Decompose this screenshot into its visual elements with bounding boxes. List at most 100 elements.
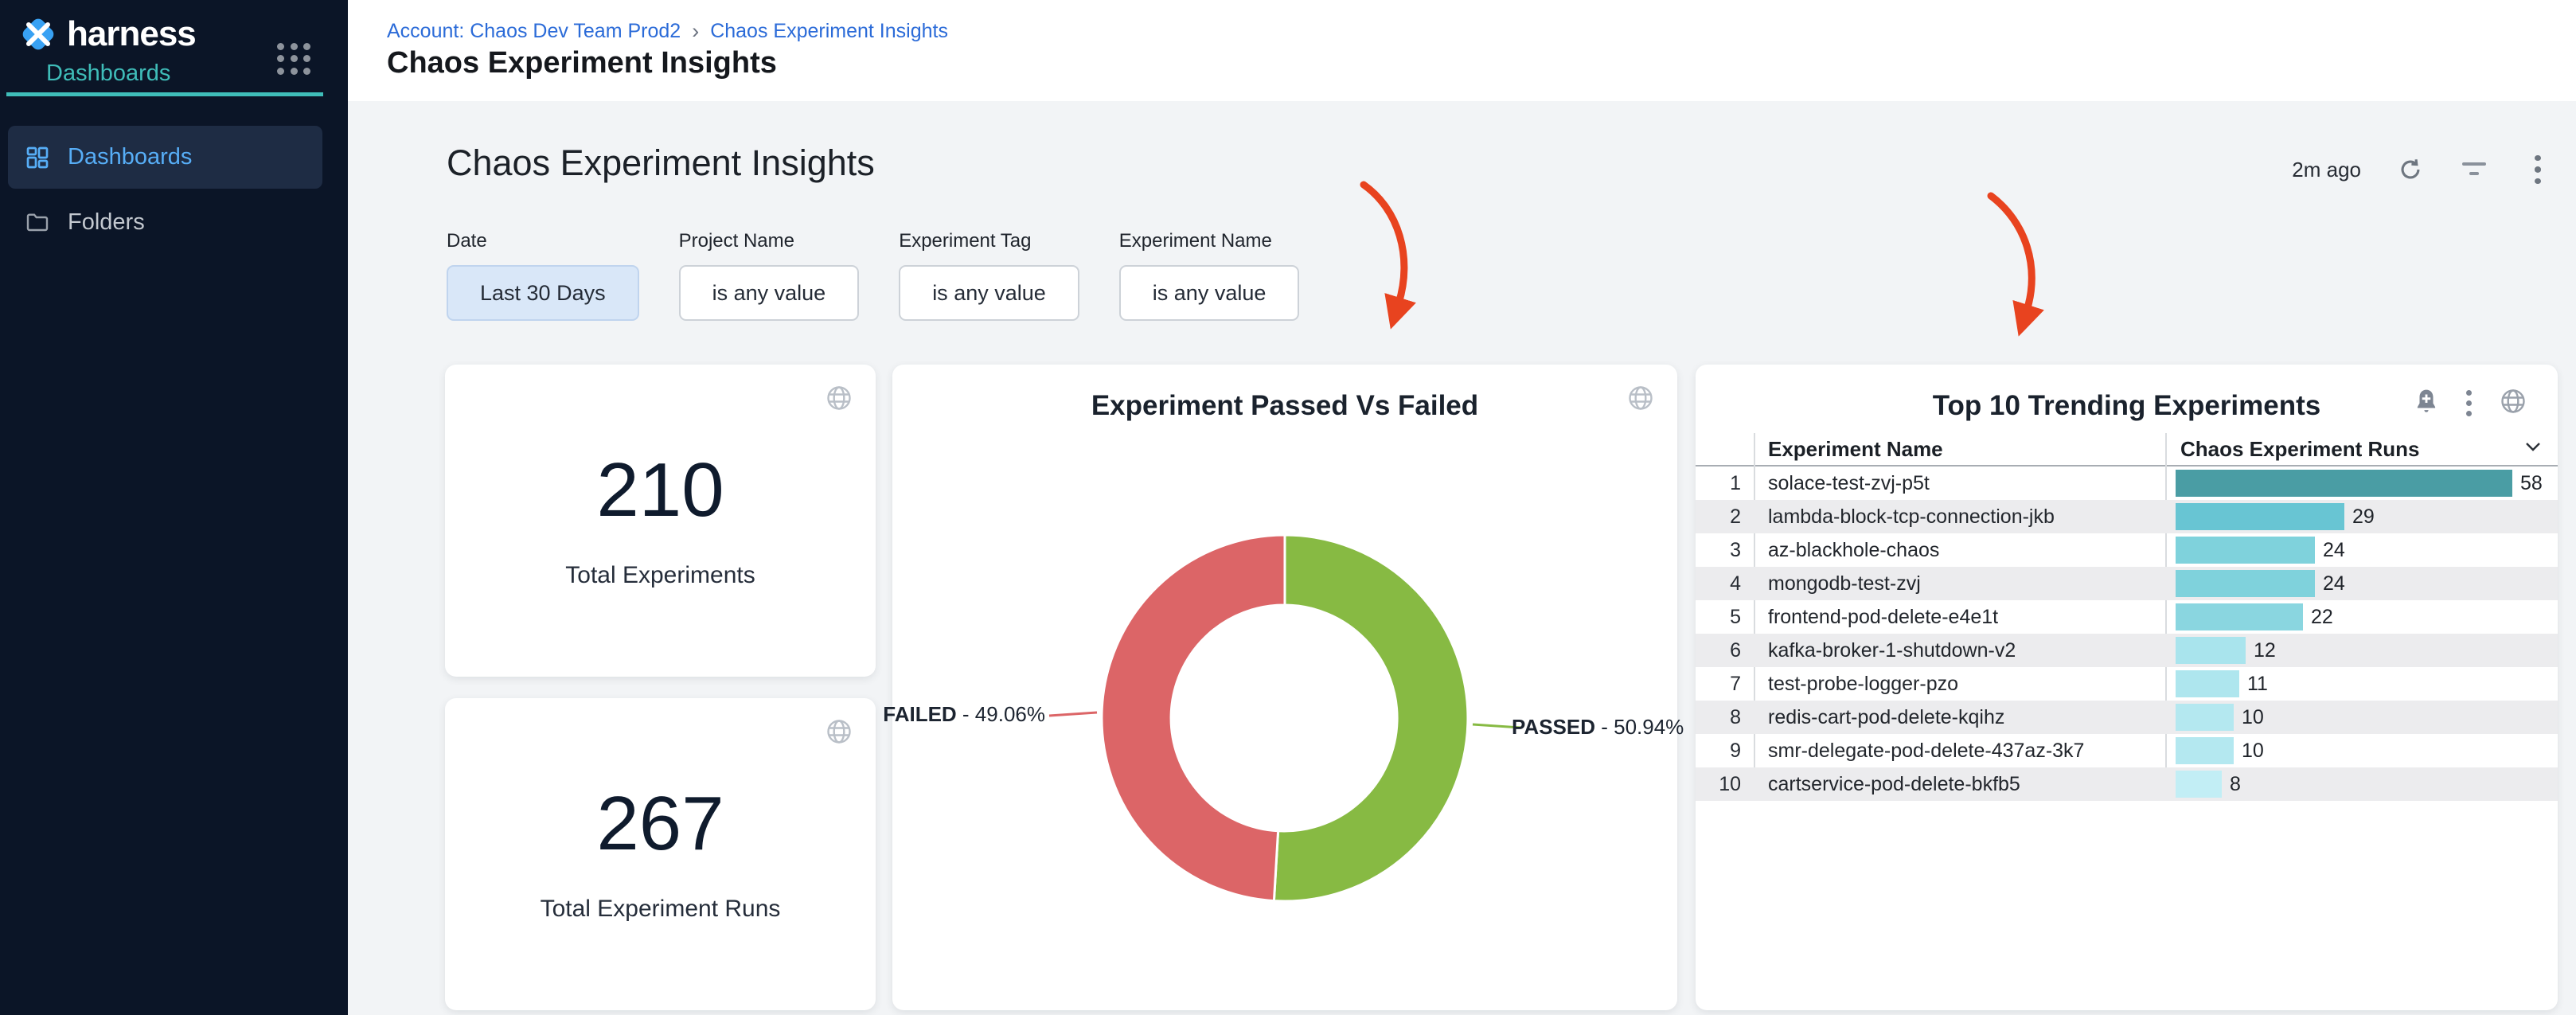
filter-label: Date bbox=[447, 230, 639, 252]
breadcrumb-link[interactable]: Account: Chaos Dev Team Prod2 bbox=[387, 20, 681, 43]
filter-label: Experiment Tag bbox=[899, 230, 1079, 252]
sidebar-item-folders[interactable]: Folders bbox=[8, 197, 322, 247]
experiment-name-cell: cartservice-pod-delete-bkfb5 bbox=[1754, 773, 2165, 796]
runs-cell: 12 bbox=[2165, 637, 2558, 664]
folder-icon bbox=[25, 209, 50, 235]
filter-value-button[interactable]: is any value bbox=[899, 265, 1079, 321]
experiment-name-cell: solace-test-zvj-p5t bbox=[1754, 472, 2165, 495]
filter-value-button[interactable]: Last 30 Days bbox=[447, 265, 639, 321]
table-row[interactable]: 4mongodb-test-zvj 24 bbox=[1696, 567, 2558, 600]
stat-value: 267 bbox=[596, 786, 724, 862]
experiment-name-cell: mongodb-test-zvj bbox=[1754, 572, 2165, 595]
trending-table-body: 1solace-test-zvj-p5t582lambda-block-tcp-… bbox=[1696, 467, 2558, 801]
table-row[interactable]: 8redis-cart-pod-delete-kqihz10 bbox=[1696, 701, 2558, 734]
table-row[interactable]: 9smr-delegate-pod-delete-437az-3k710 bbox=[1696, 734, 2558, 767]
table-row[interactable]: 7test-probe-logger-pzo 11 bbox=[1696, 667, 2558, 701]
table-row[interactable]: 6kafka-broker-1-shutdown-v212 bbox=[1696, 634, 2558, 667]
dashboard-controls: 2m ago bbox=[2292, 155, 2552, 184]
experiment-name-cell: smr-delegate-pod-delete-437az-3k7 bbox=[1754, 740, 2165, 763]
top-header-band: Account: Chaos Dev Team Prod2›Chaos Expe… bbox=[348, 0, 2576, 101]
rank-cell: 6 bbox=[1696, 639, 1754, 662]
stat-label: Total Experiments bbox=[565, 562, 755, 589]
stat-label: Total Experiment Runs bbox=[541, 896, 781, 923]
alert-bell-plus-icon[interactable] bbox=[2414, 388, 2439, 419]
globe-icon[interactable] bbox=[825, 384, 853, 416]
experiment-name-cell: test-probe-logger-pzo bbox=[1754, 673, 2165, 696]
kebab-menu-icon[interactable] bbox=[2466, 390, 2472, 416]
runs-cell: 10 bbox=[2165, 737, 2558, 764]
tile-actions bbox=[2414, 387, 2527, 420]
filter-value-button[interactable]: is any value bbox=[1119, 265, 1300, 321]
table-row[interactable]: 5frontend-pod-delete-e4e1t 22 bbox=[1696, 600, 2558, 634]
experiment-name-cell: lambda-block-tcp-connection-jkb bbox=[1754, 506, 2165, 529]
runs-value: 11 bbox=[2247, 673, 2268, 696]
pie-slice-failed[interactable] bbox=[1102, 535, 1285, 901]
rank-cell: 4 bbox=[1696, 572, 1754, 595]
column-header-chaos-experiment-runs: Chaos Experiment Runs bbox=[2180, 437, 2420, 462]
rank-cell: 5 bbox=[1696, 606, 1754, 629]
dashboard-main-area: Chaos Experiment Insights 2m ago DateLas… bbox=[348, 101, 2576, 1015]
globe-icon[interactable] bbox=[1626, 384, 1655, 416]
chaos-dashboard-page: { "app": { "name": "harness", "module": … bbox=[0, 0, 2576, 1015]
runs-bar bbox=[2176, 470, 2512, 497]
runs-value: 24 bbox=[2323, 572, 2345, 595]
runs-bar bbox=[2176, 737, 2234, 764]
rank-cell: 1 bbox=[1696, 472, 1754, 495]
runs-cell: 58 bbox=[2165, 470, 2558, 497]
chart-title: Experiment Passed Vs Failed bbox=[892, 390, 1677, 422]
module-switcher-grid-icon[interactable] bbox=[277, 43, 312, 75]
page-title: Chaos Experiment Insights bbox=[387, 46, 777, 80]
breadcrumb-link[interactable]: Chaos Experiment Insights bbox=[710, 20, 948, 43]
runs-value: 24 bbox=[2323, 539, 2345, 562]
table-row[interactable]: 2lambda-block-tcp-connection-jkb29 bbox=[1696, 500, 2558, 533]
filter-label: Project Name bbox=[679, 230, 860, 252]
module-name: Dashboards bbox=[46, 61, 170, 87]
harness-logo-icon bbox=[19, 15, 57, 53]
top-trending-experiments-card: Top 10 Trending Experiments bbox=[1696, 365, 2558, 1010]
experiment-name-cell: redis-cart-pod-delete-kqihz bbox=[1754, 706, 2165, 729]
runs-value: 10 bbox=[2242, 706, 2264, 729]
filters-row: Date Last 30 Days Project Name is any value… bbox=[447, 230, 1299, 321]
runs-bar bbox=[2176, 570, 2315, 597]
pie-label-passed: PASSED - 50.94% bbox=[1512, 715, 1684, 740]
dashboards-icon bbox=[25, 145, 50, 170]
table-row[interactable]: 10cartservice-pod-delete-bkfb58 bbox=[1696, 767, 2558, 801]
filter-label: Experiment Name bbox=[1119, 230, 1300, 252]
breadcrumb: Account: Chaos Dev Team Prod2›Chaos Expe… bbox=[387, 19, 948, 44]
runs-bar bbox=[2176, 603, 2303, 630]
filter-group-experiment-tag: Experiment Tag is any value bbox=[899, 230, 1079, 321]
runs-value: 58 bbox=[2520, 472, 2543, 495]
runs-value: 8 bbox=[2230, 773, 2241, 796]
breadcrumb-separator: › bbox=[681, 19, 710, 44]
table-row[interactable]: 3az-blackhole-chaos24 bbox=[1696, 533, 2558, 567]
table-row[interactable]: 1solace-test-zvj-p5t 58 bbox=[1696, 467, 2558, 500]
filter-group-project-name: Project Name is any value bbox=[679, 230, 860, 321]
total-experiment-runs-card: 267 Total Experiment Runs bbox=[445, 698, 876, 1010]
runs-value: 29 bbox=[2352, 506, 2375, 529]
runs-bar bbox=[2176, 704, 2234, 731]
runs-value: 22 bbox=[2311, 606, 2333, 629]
stat-value: 210 bbox=[596, 452, 724, 529]
total-experiments-card: 210 Total Experiments bbox=[445, 365, 876, 677]
harness-logo: harness bbox=[19, 14, 196, 54]
refresh-icon[interactable] bbox=[2396, 155, 2425, 184]
pie-slice-passed[interactable] bbox=[1274, 535, 1468, 901]
donut-svg bbox=[892, 365, 1677, 1010]
kebab-menu-icon[interactable] bbox=[2523, 155, 2552, 184]
rank-cell: 7 bbox=[1696, 673, 1754, 696]
filter-value-button[interactable]: is any value bbox=[679, 265, 860, 321]
runs-bar bbox=[2176, 771, 2222, 798]
sidebar-item-label: Dashboards bbox=[68, 144, 192, 170]
runs-bar bbox=[2176, 537, 2315, 564]
globe-icon[interactable] bbox=[2499, 387, 2527, 420]
runs-cell: 8 bbox=[2165, 771, 2558, 798]
globe-icon[interactable] bbox=[825, 717, 853, 750]
chevron-down-icon[interactable] bbox=[2524, 441, 2542, 456]
sidebar-item-dashboards[interactable]: Dashboards bbox=[8, 126, 322, 189]
runs-bar bbox=[2176, 637, 2246, 664]
filter-icon[interactable] bbox=[2460, 155, 2488, 184]
runs-bar bbox=[2176, 670, 2239, 697]
experiment-name-cell: frontend-pod-delete-e4e1t bbox=[1754, 606, 2165, 629]
connector-failed bbox=[1049, 712, 1097, 716]
runs-bar bbox=[2176, 503, 2344, 530]
